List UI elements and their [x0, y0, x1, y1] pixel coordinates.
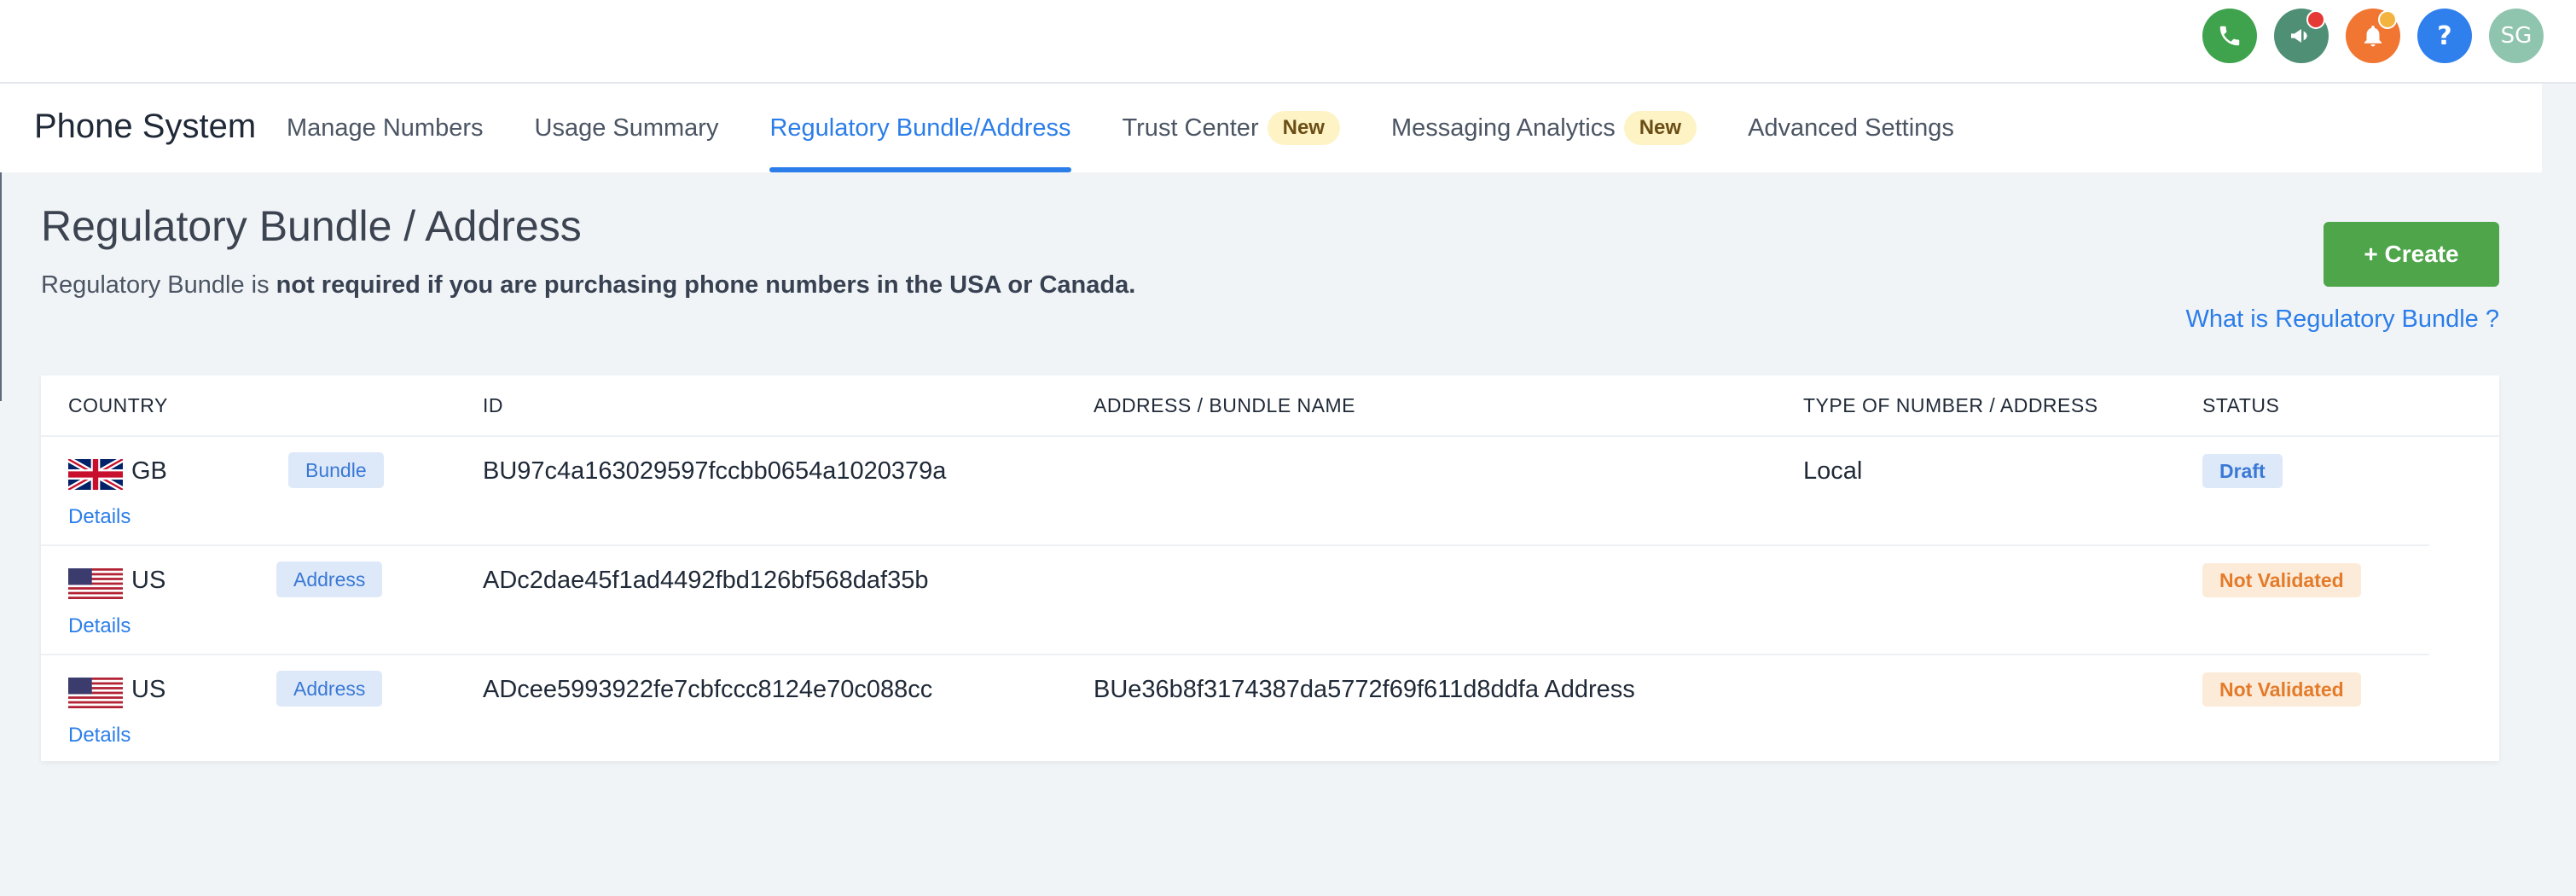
us-flag-icon — [68, 678, 123, 708]
table-row[interactable]: US Address Details ADc2dae45f1ad4492fbd1… — [41, 544, 2429, 655]
type-badge: Bundle — [288, 452, 384, 488]
help-icon[interactable]: ? — [2417, 9, 2472, 63]
notification-dot — [2306, 10, 2325, 29]
row-name: BUe36b8f3174387da5772f69f611d8ddfa Addre… — [1094, 676, 1635, 703]
row-id: BU97c4a163029597fccbb0654a1020379a — [483, 457, 947, 485]
type-badge: Address — [276, 561, 383, 597]
page-subtitle: Regulatory Bundle is not required if you… — [41, 271, 1135, 300]
page-title: Regulatory Bundle / Address — [41, 202, 582, 250]
new-badge: New — [1267, 111, 1340, 145]
table-row[interactable]: US Address Details ADcee5993922fe7cbfccc… — [41, 654, 2429, 763]
tab-manage-numbers[interactable]: Manage Numbers — [287, 84, 484, 172]
tab-label: Trust Center — [1122, 113, 1259, 142]
details-link[interactable]: Details — [68, 505, 131, 529]
column-type: TYPE OF NUMBER / ADDRESS — [1803, 394, 2098, 416]
tab-label: Messaging Analytics — [1390, 113, 1616, 142]
table-header: COUNTRY ID ADDRESS / BUNDLE NAME TYPE OF… — [41, 375, 2499, 437]
subtitle-bold: not required if you are purchasing phone… — [276, 271, 1136, 299]
country-code: US — [131, 567, 166, 594]
subtitle-text: Regulatory Bundle is — [41, 271, 276, 299]
tab-label: Usage Summary — [534, 113, 719, 142]
row-id: ADcee5993922fe7cbfccc8124e70c088cc — [483, 676, 933, 703]
status-badge: Not Validated — [2202, 672, 2361, 707]
bell-icon[interactable] — [2346, 9, 2400, 63]
avatar[interactable]: SG — [2489, 9, 2544, 63]
column-id: ID — [483, 394, 503, 416]
nav-bar: Phone System Manage Numbers Usage Summar… — [0, 84, 2542, 172]
phone-icon[interactable] — [2202, 9, 2257, 63]
tab-label: Manage Numbers — [287, 113, 484, 142]
column-name: ADDRESS / BUNDLE NAME — [1094, 394, 1356, 416]
app-title: Phone System — [34, 108, 257, 145]
row-id: ADc2dae45f1ad4492fbd126bf568daf35b — [483, 567, 929, 594]
tab-messaging-analytics[interactable]: Messaging Analytics New — [1391, 84, 1697, 172]
details-link[interactable]: Details — [68, 614, 131, 638]
tab-list: Manage Numbers Usage Summary Regulatory … — [287, 84, 2005, 172]
top-bar: ? SG — [0, 0, 2576, 84]
notification-dot — [2378, 10, 2397, 29]
status-badge: Draft — [2202, 454, 2283, 488]
bundle-table: COUNTRY ID ADDRESS / BUNDLE NAME TYPE OF… — [41, 375, 2499, 761]
tab-label: Advanced Settings — [1748, 113, 1954, 142]
tab-usage-summary[interactable]: Usage Summary — [535, 84, 719, 172]
uk-flag-icon — [68, 459, 123, 490]
table-row[interactable]: GB Bundle Details BU97c4a163029597fccbb0… — [41, 435, 2429, 546]
column-status: STATUS — [2202, 394, 2280, 416]
tab-label: Regulatory Bundle/Address — [769, 113, 1071, 142]
type-badge: Address — [276, 671, 383, 707]
row-type: Local — [1803, 457, 1863, 485]
column-country: COUNTRY — [68, 394, 168, 416]
tab-regulatory-bundle[interactable]: Regulatory Bundle/Address — [769, 84, 1071, 172]
create-button[interactable]: + Create — [2324, 222, 2499, 287]
new-badge: New — [1623, 111, 1697, 145]
country-code: GB — [131, 457, 167, 485]
us-flag-icon — [68, 568, 123, 599]
regulatory-bundle-help-link[interactable]: What is Regulatory Bundle ? — [2185, 305, 2499, 334]
country-code: US — [131, 676, 166, 703]
status-badge: Not Validated — [2202, 563, 2361, 597]
tab-advanced-settings[interactable]: Advanced Settings — [1748, 84, 1954, 172]
top-icons: ? SG — [2202, 9, 2544, 63]
tab-trust-center[interactable]: Trust Center New — [1123, 84, 1340, 172]
megaphone-icon[interactable] — [2274, 9, 2329, 63]
details-link[interactable]: Details — [68, 724, 131, 748]
